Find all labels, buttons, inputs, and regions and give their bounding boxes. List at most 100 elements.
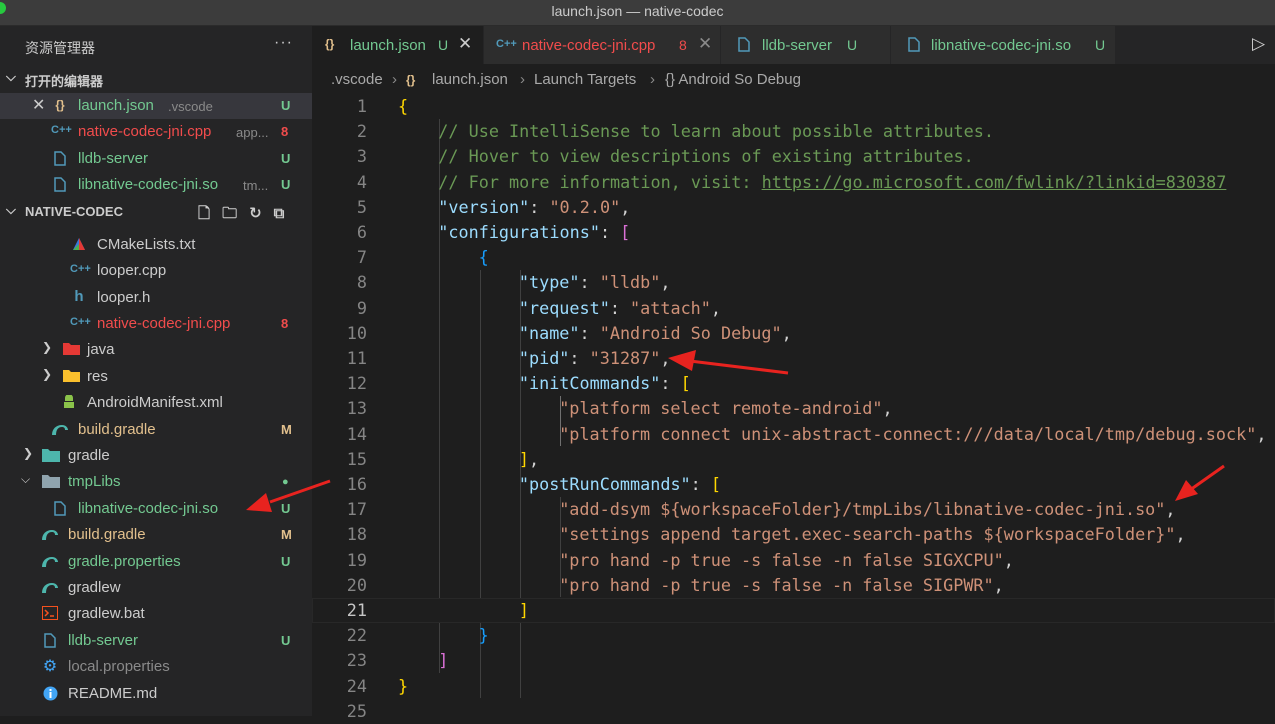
code-line[interactable]: 12 "initCommands": [ [312,371,1275,396]
code-text: ] [519,598,529,623]
tree-item-native-codec-jni-cpp[interactable]: C++ native-codec-jni.cpp 8 [0,311,312,337]
tree-item-build-gradle-root[interactable]: build.gradle M [0,522,312,548]
tree-item-gradle-folder[interactable]: ❯ gradle [0,443,312,469]
tree-item-gradlew[interactable]: gradlew [0,575,312,601]
breadcrumb-config[interactable]: {} Android So Debug [665,71,801,88]
close-icon[interactable]: ✕ [32,95,45,115]
breadcrumb-folder[interactable]: .vscode [331,71,383,88]
open-editor-lldb-server[interactable]: lldb-server U [0,146,312,172]
code-editor[interactable]: 1{2// Use IntelliSense to learn about po… [312,94,1275,721]
code-line[interactable]: 18 "settings append target.exec-search-pa… [312,522,1275,547]
code-line[interactable]: 23] [312,648,1275,673]
tree-item-java[interactable]: ❯ java [0,337,312,363]
tab-label: native-codec-jni.cpp [522,37,656,54]
open-editors-section[interactable]: ⌵ 打开的编辑器 [0,66,312,92]
line-number: 15 [346,448,367,469]
tree-item-res[interactable]: ❯ res [0,364,312,390]
code-line[interactable]: 10 "name": "Android So Debug", [312,321,1275,346]
code-token: , [1256,423,1267,444]
open-editor-label: lldb-server [78,150,149,167]
code-line[interactable]: 25 [312,699,1275,724]
breadcrumb-launch-targets[interactable]: Launch Targets [534,71,636,88]
code-line[interactable]: 24} [312,674,1275,699]
code-line[interactable]: 13 "platform select remote-android", [312,396,1275,421]
tree-item-label: looper.h [97,289,151,306]
code-text: "name": "Android So Debug", [519,321,792,346]
cpp-file-icon: C++ [51,124,72,136]
collapse-all-icon[interactable]: ⧉ [274,205,297,222]
code-token: "type" [518,272,580,293]
code-token: , [993,574,1004,595]
problem-count-badge: 8 [281,124,289,139]
new-folder-icon[interactable]: 🗀 [222,205,249,222]
code-line[interactable]: 9 "request": "attach", [312,296,1275,321]
code-line[interactable]: 7{ [312,245,1275,270]
line-number: 17 [346,499,367,520]
code-line[interactable]: 14 "platform connect unix-abstract-connec… [312,422,1275,447]
more-actions-icon[interactable]: ··· [274,34,293,52]
code-line[interactable]: 4 // For more information, visit: https:/… [312,170,1275,195]
tree-item-gradle-properties[interactable]: gradle.properties U [0,549,312,575]
git-status-badge: U [281,98,291,113]
code-line[interactable]: 21] [312,598,1275,624]
tree-item-cmakelists[interactable]: CMakeLists.txt [0,232,312,258]
code-line[interactable]: 8 "type": "lldb", [312,270,1275,295]
code-line[interactable]: 5 "version": "0.2.0", [312,195,1275,220]
code-line[interactable]: 15], [312,447,1275,472]
chevron-down-icon: ⌵ [21,472,31,486]
tree-item-build-gradle-app[interactable]: build.gradle M [0,417,312,443]
line-number: 21 [346,600,367,620]
git-status-badge: U [281,501,291,516]
new-file-icon[interactable]: 🗋 [198,205,222,222]
code-token: : [529,196,550,217]
project-section[interactable]: ⌵ NATIVE-CODEC 🗋🗀↻⧉ [0,199,312,225]
code-line[interactable]: 3 // Hover to view descriptions of existi… [312,144,1275,169]
tab-lldb-server[interactable]: lldb-server U [721,26,891,64]
code-line[interactable]: 2 // Use IntelliSense to learn about poss… [312,119,1275,144]
tree-item-tmplibs[interactable]: ⌵ tmpLibs ● [0,469,312,495]
open-editor-native-codec-jni-cpp[interactable]: C++ native-codec-jni.cpp app... 8 [0,119,312,145]
line-number: 1 [356,96,367,116]
code-token: { [478,247,489,268]
tree-item-local-properties[interactable]: ⚙ local.properties [0,654,312,680]
code-token: : [579,272,600,293]
tab-native-codec-jni-cpp[interactable]: C++ native-codec-jni.cpp 8 ✕ [484,26,721,64]
code-text: // For more information, visit: https://… [438,170,1226,195]
tree-item-androidmanifest[interactable]: AndroidManifest.xml [0,390,312,416]
code-text: "configurations": [ [438,220,630,245]
chevron-right-icon: › [392,71,397,88]
code-text: "type": "lldb", [519,270,671,295]
code-token: } [478,625,489,646]
breadcrumb-file[interactable]: launch.json [432,71,508,88]
git-status-badge: M [281,527,292,542]
code-token: "pro hand -p true -s false -n false SIGX… [559,549,1004,570]
line-number: 14 [346,423,367,444]
code-line[interactable]: 22} [312,623,1275,648]
tree-item-lldb-server[interactable]: lldb-server U [0,628,312,654]
code-line[interactable]: 20 "pro hand -p true -s false -n false SI… [312,573,1275,598]
code-token: : [579,322,600,343]
tree-item-libnative-codec-jni-so[interactable]: libnative-codec-jni.so U [0,496,312,522]
code-line[interactable]: 1{ [312,94,1275,119]
tree-item-readme[interactable]: README.md [0,681,312,707]
window-zoom-button[interactable] [0,2,6,14]
code-token: "attach" [630,297,711,318]
code-line[interactable]: 19 "pro hand -p true -s false -n false SI… [312,548,1275,573]
open-editor-launch-json[interactable]: ✕ {} launch.json .vscode U [0,93,312,119]
code-text: // Hover to view descriptions of existin… [438,144,973,169]
chevron-down-icon: ⌵ [6,69,16,84]
code-line[interactable]: 17 "add-dsym ${workspaceFolder}/tmpLibs/l… [312,497,1275,522]
tab-libnative-codec-jni-so[interactable]: libnative-codec-jni.so U [891,26,1116,64]
tab-launch-json[interactable]: {} launch.json U ✕ [312,26,484,64]
tree-item-gradlew-bat[interactable]: gradlew.bat [0,601,312,627]
close-icon[interactable]: ✕ [698,34,712,54]
code-line[interactable]: 16 "postRunCommands": [ [312,472,1275,497]
code-line[interactable]: 6 "configurations": [ [312,220,1275,245]
close-icon[interactable]: ✕ [458,34,472,54]
tree-item-looper-cpp[interactable]: C++ looper.cpp [0,258,312,284]
open-editor-libnative-codec-jni-so[interactable]: libnative-codec-jni.so tm... U [0,172,312,198]
tree-item-looper-h[interactable]: h looper.h [0,285,312,311]
refresh-icon[interactable]: ↻ [249,205,274,222]
run-icon[interactable]: ▷ [1252,34,1265,54]
code-line[interactable]: 11 "pid": "31287", [312,346,1275,371]
